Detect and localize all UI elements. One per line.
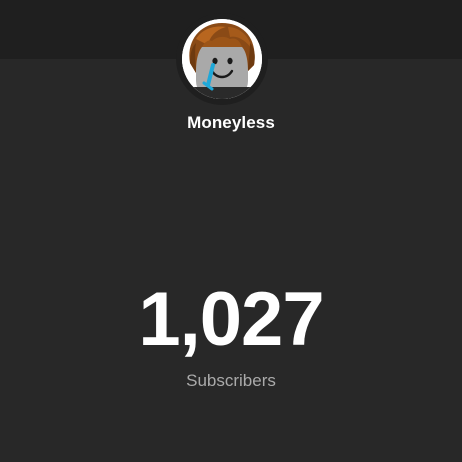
roblox-bacon-hair-avatar-icon xyxy=(182,19,262,99)
channel-name: Moneyless xyxy=(187,113,275,132)
channel-avatar xyxy=(182,19,262,99)
avatar-frame xyxy=(176,13,268,105)
subscriber-count-label: Subscribers xyxy=(186,371,276,390)
subscriber-count-card: Moneyless 1,027 Subscribers xyxy=(0,0,462,462)
subscriber-count: 1,027 xyxy=(138,277,324,362)
